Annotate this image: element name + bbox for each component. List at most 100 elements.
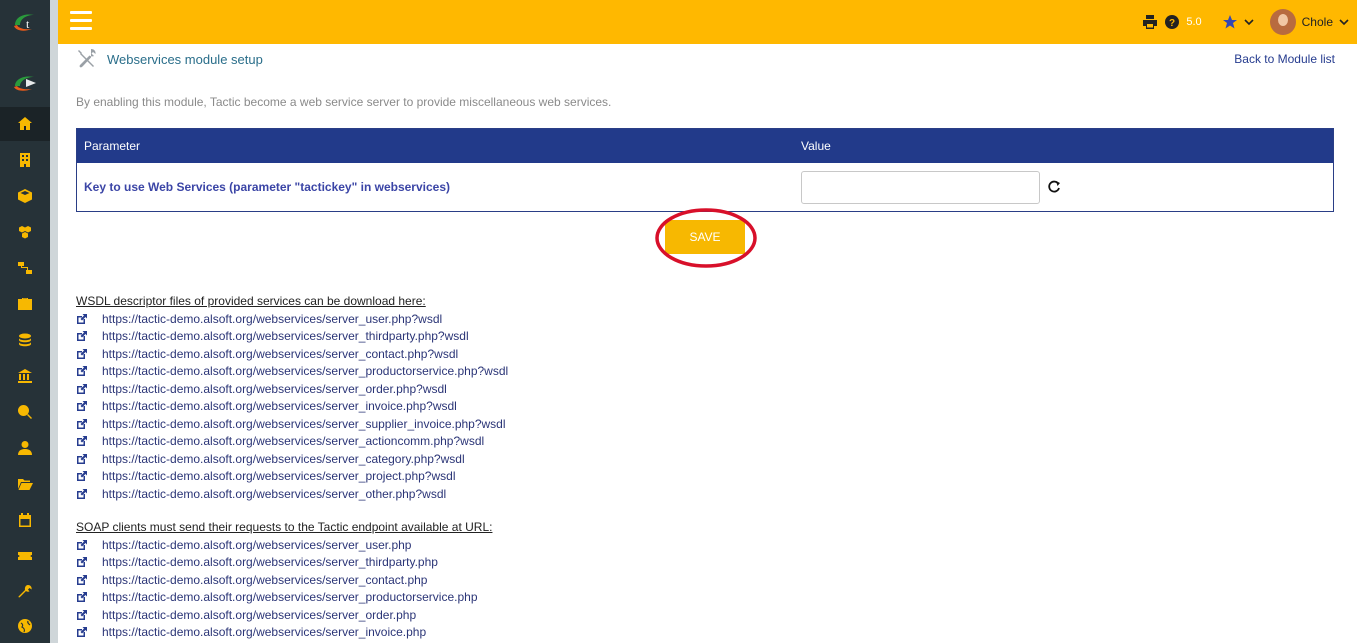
- external-link-icon: [77, 471, 87, 482]
- link-row[interactable]: https://tactic-demo.alsoft.org/webservic…: [76, 345, 508, 363]
- sitemap-icon: [18, 262, 32, 274]
- version-label: 5.0: [1186, 16, 1202, 28]
- print-icon[interactable]: [1142, 14, 1158, 30]
- bookmark-star-icon[interactable]: [1222, 14, 1238, 30]
- svg-text:?: ?: [1169, 18, 1175, 29]
- cubes-icon: [19, 226, 31, 239]
- external-link-icon: [77, 436, 87, 447]
- sidebar-item-website[interactable]: [0, 609, 50, 643]
- service-url[interactable]: https://tactic-demo.alsoft.org/webservic…: [102, 329, 469, 343]
- sidebar-item-products[interactable]: [0, 179, 50, 213]
- sidebar-item-agenda[interactable]: [0, 503, 50, 537]
- chevron-down-icon[interactable]: [1244, 17, 1254, 27]
- link-row[interactable]: https://tactic-demo.alsoft.org/webservic…: [76, 363, 508, 381]
- service-url[interactable]: https://tactic-demo.alsoft.org/webservic…: [102, 452, 465, 466]
- help-icon[interactable]: ?: [1164, 14, 1180, 30]
- calendar-icon: [19, 513, 31, 527]
- sidebar-item-tickets[interactable]: [0, 539, 50, 573]
- soap-heading: SOAP clients must send their requests to…: [76, 520, 493, 534]
- sidebar-scrollbar[interactable]: [50, 0, 58, 643]
- link-row[interactable]: https://tactic-demo.alsoft.org/webservic…: [76, 398, 508, 416]
- globe-icon: [18, 619, 32, 633]
- link-row[interactable]: https://tactic-demo.alsoft.org/webservic…: [76, 328, 508, 346]
- link-row[interactable]: https://tactic-demo.alsoft.org/webservic…: [76, 415, 508, 433]
- building-icon: [20, 153, 30, 167]
- link-row[interactable]: https://tactic-demo.alsoft.org/webservic…: [76, 624, 492, 642]
- external-link-icon: [77, 348, 87, 359]
- svg-text:t: t: [26, 17, 30, 31]
- user-menu-chevron-icon[interactable]: [1339, 17, 1349, 27]
- external-link-icon: [77, 401, 87, 412]
- sidebar-item-members[interactable]: [0, 431, 50, 465]
- wsdl-heading: WSDL descriptor files of provided servic…: [76, 294, 426, 308]
- tactic-logo-icon: t: [14, 14, 34, 31]
- sidebar-item-companies[interactable]: [0, 143, 50, 177]
- sidebar-item-billing[interactable]: [0, 323, 50, 357]
- user-name[interactable]: Chole: [1302, 15, 1333, 29]
- service-url[interactable]: https://tactic-demo.alsoft.org/webservic…: [102, 573, 427, 587]
- table-header-row: Parameter Value: [76, 128, 1334, 163]
- link-row[interactable]: https://tactic-demo.alsoft.org/webservic…: [76, 450, 508, 468]
- service-url[interactable]: https://tactic-demo.alsoft.org/webservic…: [102, 364, 508, 378]
- soap-section: SOAP clients must send their requests to…: [76, 519, 492, 641]
- main-content: Webservices module setup Back to Module …: [58, 44, 1357, 643]
- refresh-icon[interactable]: [1047, 180, 1061, 194]
- sidebar-item-accounting[interactable]: [0, 395, 50, 429]
- external-link-icon: [77, 313, 87, 324]
- link-row[interactable]: https://tactic-demo.alsoft.org/webservic…: [76, 485, 508, 503]
- service-url[interactable]: https://tactic-demo.alsoft.org/webservic…: [102, 487, 446, 501]
- table-row: Key to use Web Services (parameter "tact…: [77, 163, 1334, 212]
- app-logo[interactable]: t: [0, 0, 50, 44]
- save-area: SAVE: [654, 207, 758, 269]
- external-link-icon: [77, 557, 87, 568]
- link-row[interactable]: https://tactic-demo.alsoft.org/webservic…: [76, 589, 492, 607]
- cube-icon: [18, 189, 32, 203]
- service-url[interactable]: https://tactic-demo.alsoft.org/webservic…: [102, 399, 457, 413]
- home-icon: [18, 117, 32, 130]
- menu-toggle-icon[interactable]: [70, 11, 92, 31]
- link-row[interactable]: https://tactic-demo.alsoft.org/webservic…: [76, 468, 508, 486]
- link-row[interactable]: https://tactic-demo.alsoft.org/webservic…: [76, 606, 492, 624]
- coins-icon: [19, 333, 31, 347]
- link-row[interactable]: https://tactic-demo.alsoft.org/webservic…: [76, 571, 492, 589]
- external-link-icon: [77, 366, 87, 377]
- page-title: Webservices module setup: [107, 52, 263, 67]
- link-row[interactable]: https://tactic-demo.alsoft.org/webservic…: [76, 433, 508, 451]
- external-link-icon: [77, 383, 87, 394]
- link-row[interactable]: https://tactic-demo.alsoft.org/webservic…: [76, 536, 492, 554]
- service-url[interactable]: https://tactic-demo.alsoft.org/webservic…: [102, 347, 458, 361]
- service-url[interactable]: https://tactic-demo.alsoft.org/webservic…: [102, 312, 442, 326]
- sidebar-item-home[interactable]: [0, 107, 50, 141]
- service-url[interactable]: https://tactic-demo.alsoft.org/webservic…: [102, 608, 416, 622]
- service-url[interactable]: https://tactic-demo.alsoft.org/webservic…: [102, 417, 506, 431]
- service-url[interactable]: https://tactic-demo.alsoft.org/webservic…: [102, 555, 438, 569]
- parameter-table: Parameter Value Key to use Web Services …: [76, 128, 1334, 212]
- external-link-icon: [77, 488, 87, 499]
- sidebar-item-tools[interactable]: [0, 575, 50, 609]
- briefcase-icon: [18, 298, 32, 310]
- sidebar-item-hrm[interactable]: [0, 287, 50, 321]
- link-row[interactable]: https://tactic-demo.alsoft.org/webservic…: [76, 380, 508, 398]
- sidebar-item-bank[interactable]: [0, 359, 50, 393]
- external-link-icon: [77, 592, 87, 603]
- search-dollar-icon: [18, 405, 32, 419]
- external-link-icon: [77, 574, 87, 585]
- secondary-logo[interactable]: [0, 66, 50, 100]
- service-url[interactable]: https://tactic-demo.alsoft.org/webservic…: [102, 469, 456, 483]
- link-row[interactable]: https://tactic-demo.alsoft.org/webservic…: [76, 310, 508, 328]
- sidebar-item-projects[interactable]: [0, 215, 50, 249]
- sidebar-item-hierarchy[interactable]: [0, 251, 50, 285]
- service-url[interactable]: https://tactic-demo.alsoft.org/webservic…: [102, 382, 447, 396]
- service-url[interactable]: https://tactic-demo.alsoft.org/webservic…: [102, 590, 478, 604]
- user-avatar[interactable]: [1269, 9, 1296, 35]
- service-url[interactable]: https://tactic-demo.alsoft.org/webservic…: [102, 625, 426, 639]
- top-right-tools: ? 5.0 Chole: [1142, 9, 1349, 35]
- tactickey-input[interactable]: [801, 170, 1040, 204]
- service-url[interactable]: https://tactic-demo.alsoft.org/webservic…: [102, 434, 484, 448]
- link-row[interactable]: https://tactic-demo.alsoft.org/webservic…: [76, 554, 492, 572]
- sidebar-item-documents[interactable]: [0, 467, 50, 501]
- back-to-module-list-link[interactable]: Back to Module list: [1234, 52, 1335, 66]
- highlight-circle: [655, 208, 757, 268]
- service-url[interactable]: https://tactic-demo.alsoft.org/webservic…: [102, 538, 411, 552]
- wsdl-section: WSDL descriptor files of provided servic…: [76, 293, 508, 503]
